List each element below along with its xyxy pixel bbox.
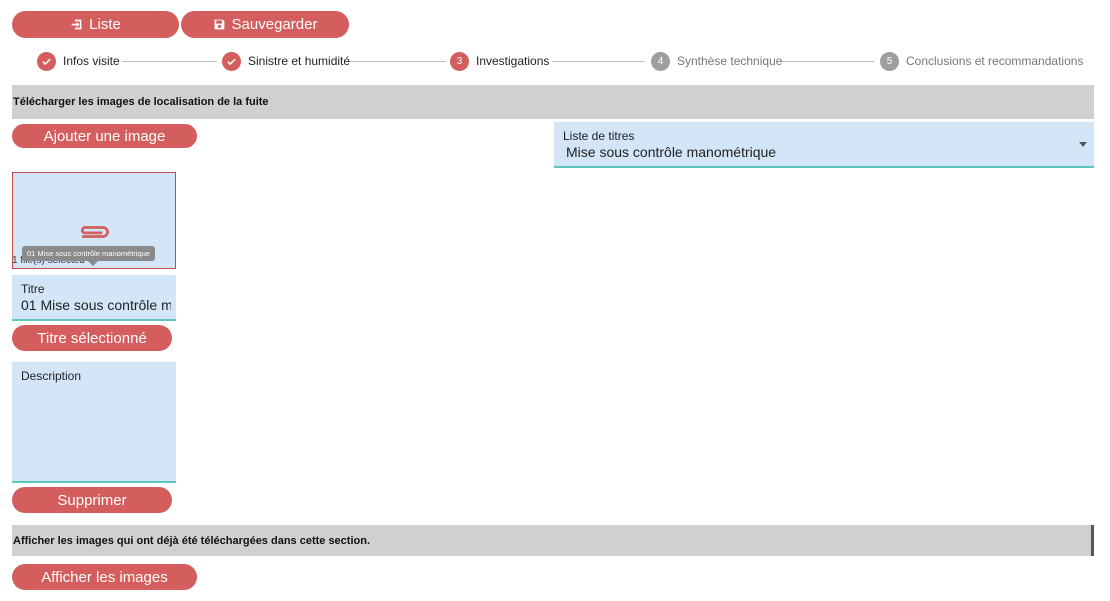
step-investigations[interactable]: 3 Investigations [450, 50, 549, 72]
chevron-down-icon [1079, 142, 1087, 147]
step-label: Investigations [476, 54, 550, 68]
step-conclusions[interactable]: 5 Conclusions et recommandations [880, 50, 1083, 72]
show-images-button[interactable]: Afficher les images [12, 564, 197, 590]
selected-title-button[interactable]: Titre sélectionné [12, 325, 172, 351]
title-field[interactable]: Titre 01 Mise sous contrôle manométrique [12, 275, 176, 321]
step-sinistre-humidite[interactable]: Sinistre et humidité [222, 50, 350, 72]
filename-tooltip: 01 Mise sous contrôle manométrique [22, 246, 155, 266]
delete-button[interactable]: Supprimer [12, 487, 172, 513]
step-connector [552, 61, 645, 62]
step-infos-visite[interactable]: Infos visite [37, 50, 120, 72]
wizard-stepper: Infos visite Sinistre et humidité 3 Inve… [37, 50, 1083, 72]
step-number: 4 [651, 51, 670, 71]
title-list-value: Mise sous contrôle manométrique [566, 144, 777, 160]
title-list-label: Liste de titres [563, 129, 635, 143]
step-connector [122, 61, 217, 62]
step-number: 5 [880, 51, 899, 71]
save-button-label: Sauvegarder [231, 16, 318, 33]
add-image-button[interactable]: Ajouter une image [12, 124, 197, 148]
sign-in-icon [71, 19, 82, 30]
check-icon [37, 51, 56, 71]
step-connector [349, 61, 446, 62]
title-field-value: 01 Mise sous contrôle manométrique [21, 297, 171, 313]
show-section-header: Afficher les images qui ont déjà été tél… [12, 525, 1094, 556]
step-label: Synthèse technique [677, 54, 783, 68]
description-field[interactable]: Description [12, 362, 176, 483]
step-label: Conclusions et recommandations [906, 54, 1084, 68]
floppy-disk-icon [214, 19, 224, 30]
step-label: Infos visite [63, 54, 120, 68]
step-connector [780, 61, 874, 62]
list-button[interactable]: Liste [12, 11, 179, 38]
check-icon [222, 51, 241, 71]
upload-section-header: Télécharger les images de localisation d… [12, 85, 1094, 119]
paperclip-icon [81, 226, 109, 238]
list-button-label: Liste [89, 16, 121, 33]
title-field-label: Titre [21, 282, 45, 296]
description-field-label: Description [21, 369, 82, 383]
title-list-select[interactable]: Liste de titres Mise sous contrôle manom… [554, 122, 1094, 168]
step-number: 3 [450, 51, 469, 71]
step-label: Sinistre et humidité [248, 54, 351, 68]
step-synthese-technique[interactable]: 4 Synthèse technique [651, 50, 782, 72]
save-button[interactable]: Sauvegarder [181, 11, 349, 38]
